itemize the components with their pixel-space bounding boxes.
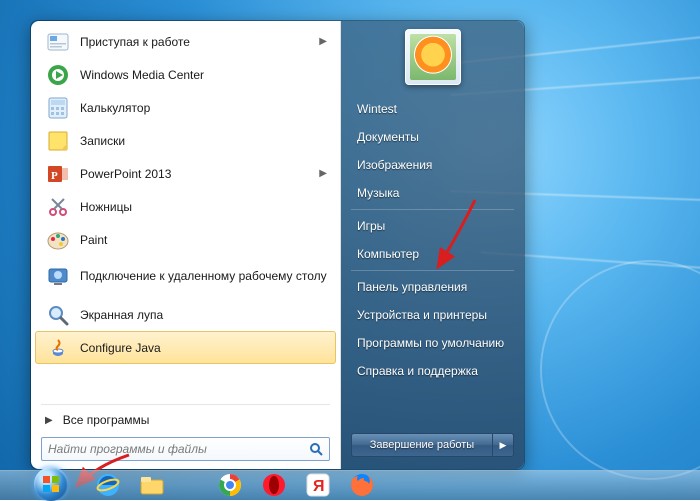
media-center-icon [46, 63, 70, 87]
right-item-devices[interactable]: Устройства и принтеры [341, 301, 524, 329]
taskbar-explorer-icon[interactable] [132, 472, 172, 498]
chevron-right-icon: ▶ [45, 415, 53, 426]
search-icon [309, 442, 323, 456]
program-item-magnifier[interactable]: Экранная лупа [35, 298, 336, 331]
start-button[interactable] [30, 468, 71, 500]
program-item-calculator[interactable]: Калькулятор [35, 91, 336, 124]
taskbar-chrome-icon[interactable] [210, 472, 250, 498]
right-item-help[interactable]: Справка и поддержка [341, 357, 524, 385]
separator [351, 209, 514, 210]
program-item-powerpoint[interactable]: P PowerPoint 2013 ▶ [35, 157, 336, 190]
user-picture-frame[interactable] [405, 29, 461, 85]
program-label: Экранная лупа [80, 308, 163, 322]
recent-programs-list: Приступая к работе ▶ Windows Media Cente… [31, 25, 340, 402]
program-item-getting-started[interactable]: Приступая к работе ▶ [35, 25, 336, 58]
submenu-arrow-icon: ▶ [319, 36, 327, 47]
user-picture [410, 34, 456, 80]
right-item-user[interactable]: Wintest [341, 95, 524, 123]
separator [351, 270, 514, 271]
shutdown-options-button[interactable]: ▶ [492, 433, 514, 457]
submenu-arrow-icon: ▶ [319, 168, 327, 179]
remote-desktop-icon [46, 265, 70, 289]
all-programs-button[interactable]: ▶ Все программы [31, 407, 340, 433]
right-item-default-programs[interactable]: Программы по умолчанию [341, 329, 524, 357]
all-programs-label: Все программы [63, 413, 150, 427]
svg-text:Я: Я [313, 478, 325, 495]
taskbar-firefox-icon[interactable] [342, 472, 382, 498]
program-label: Калькулятор [80, 101, 150, 115]
start-menu-right-pane: Wintest Документы Изображения Музыка Игр… [341, 21, 524, 469]
start-menu-left-pane: Приступая к работе ▶ Windows Media Cente… [31, 21, 341, 469]
program-item-snipping-tool[interactable]: Ножницы [35, 190, 336, 223]
program-label: Приступая к работе [80, 35, 190, 49]
taskbar-ie-icon[interactable] [88, 472, 128, 498]
program-label: Configure Java [80, 341, 161, 355]
right-item-games[interactable]: Игры [341, 212, 524, 240]
right-item-control-panel[interactable]: Панель управления [341, 273, 524, 301]
program-item-media-center[interactable]: Windows Media Center [35, 58, 336, 91]
program-label: Paint [80, 233, 107, 247]
svg-text:P: P [51, 170, 58, 182]
scissors-icon [46, 195, 70, 219]
program-item-sticky-notes[interactable]: Записки [35, 124, 336, 157]
shutdown-button[interactable]: Завершение работы [351, 433, 492, 457]
program-item-paint[interactable]: Paint [35, 223, 336, 256]
program-label: PowerPoint 2013 [80, 167, 171, 181]
program-item-configure-java[interactable]: Configure Java [35, 331, 336, 364]
program-label: Windows Media Center [80, 68, 204, 82]
program-item-remote-desktop[interactable]: Подключение к удаленному рабочему столу [35, 256, 336, 298]
paint-icon [46, 228, 70, 252]
right-item-documents[interactable]: Документы [341, 123, 524, 151]
shutdown-label: Завершение работы [370, 439, 474, 451]
windows-orb-icon [34, 467, 68, 501]
separator [41, 404, 330, 405]
taskbar-opera-icon[interactable] [254, 472, 294, 498]
getting-started-icon [46, 30, 70, 54]
search-input[interactable]: Найти программы и файлы [41, 437, 330, 461]
program-label: Подключение к удаленному рабочему столу [80, 270, 327, 284]
sticky-notes-icon [46, 129, 70, 153]
right-item-computer[interactable]: Компьютер [341, 240, 524, 268]
program-label: Ножницы [80, 200, 132, 214]
taskbar[interactable]: Я [0, 470, 700, 500]
magnifier-icon [46, 303, 70, 327]
taskbar-yandex-icon[interactable]: Я [298, 472, 338, 498]
decor-curve [540, 260, 700, 480]
program-label: Записки [80, 134, 125, 148]
calculator-icon [46, 96, 70, 120]
start-menu: Приступая к работе ▶ Windows Media Cente… [30, 20, 525, 470]
powerpoint-icon: P [46, 162, 70, 186]
search-placeholder: Найти программы и файлы [48, 442, 207, 456]
desktop: Приступая к работе ▶ Windows Media Cente… [0, 0, 700, 500]
java-icon [46, 336, 70, 360]
right-item-music[interactable]: Музыка [341, 179, 524, 207]
right-item-pictures[interactable]: Изображения [341, 151, 524, 179]
